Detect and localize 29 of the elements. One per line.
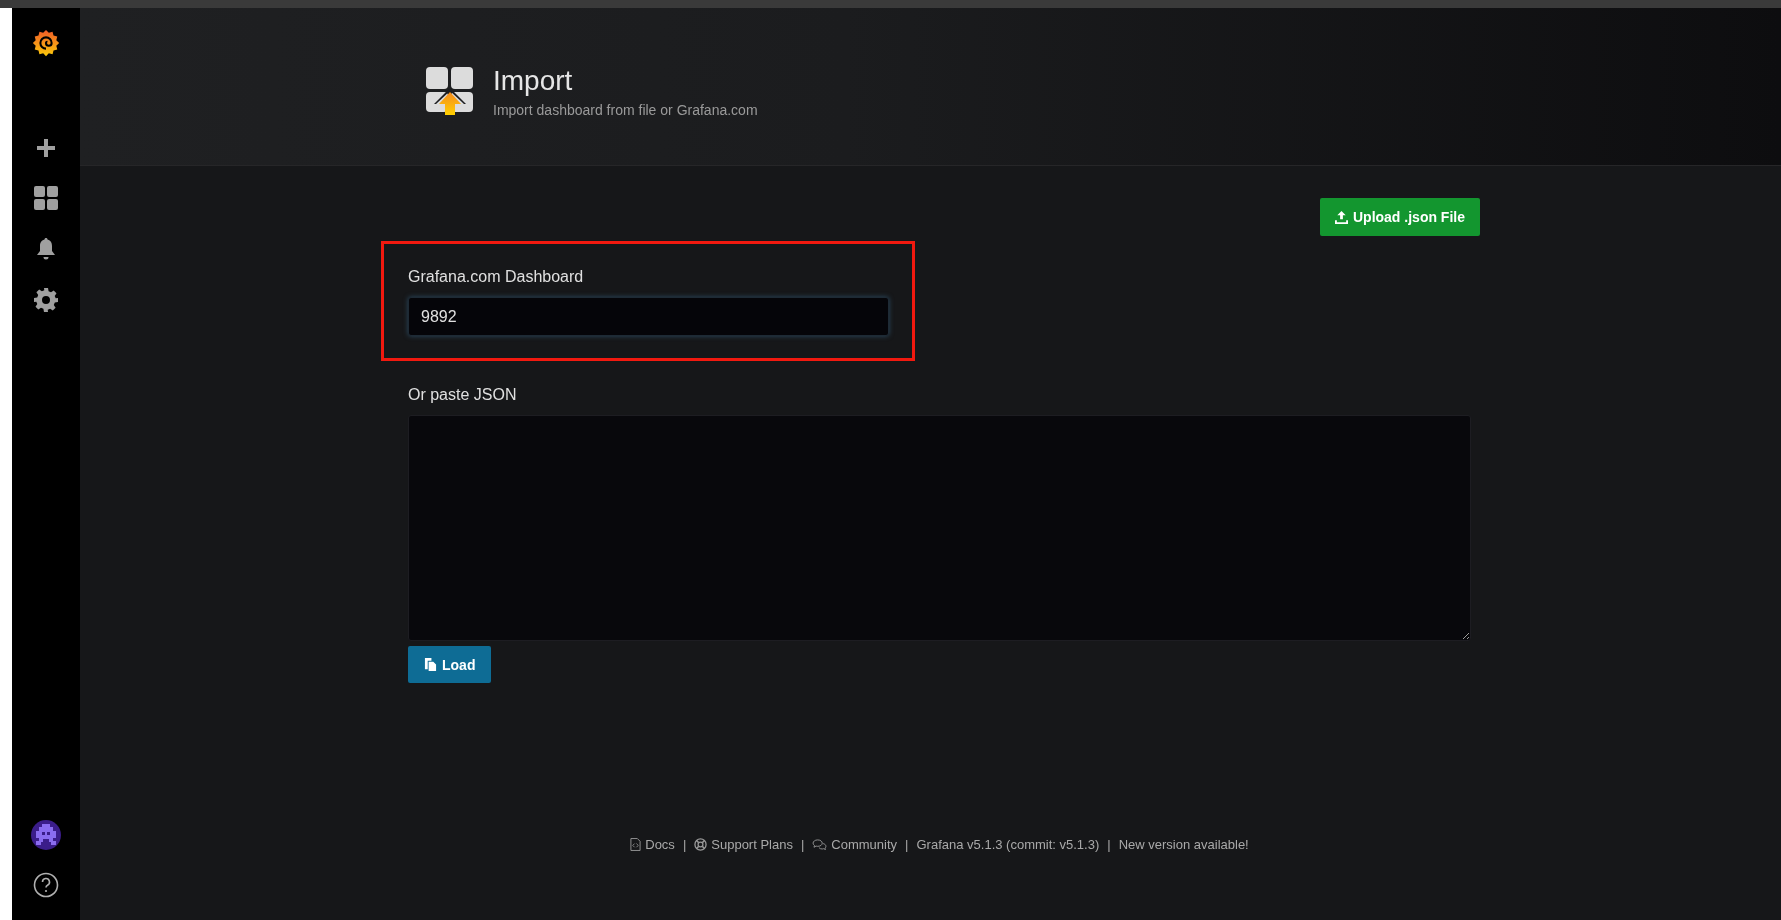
footer-link[interactable]: Community (812, 837, 898, 852)
avatar-icon[interactable] (31, 820, 61, 850)
field-label: Or paste JSON (408, 386, 518, 404)
grid-icon[interactable] (34, 186, 58, 210)
settings-icon[interactable] (34, 288, 58, 312)
field-label: Grafana.com Dashboard (408, 268, 585, 286)
separator: | (1107, 837, 1111, 852)
load-button[interactable]: Load (408, 646, 492, 683)
logo-icon[interactable] (31, 28, 61, 58)
chat-icon (812, 839, 828, 850)
bell-icon[interactable] (36, 238, 56, 260)
document-icon (630, 838, 642, 851)
separator: | (905, 837, 909, 852)
footer-link[interactable]: Support Plans (694, 837, 793, 852)
upload-button[interactable]: Upload .json File (1320, 198, 1480, 236)
page-title: Import (493, 64, 574, 98)
footer-link[interactable]: Docs (630, 837, 675, 852)
separator: | (682, 837, 687, 852)
paste-icon (424, 658, 437, 671)
plus-icon[interactable] (36, 138, 56, 158)
footer-link[interactable]: New version available! (1118, 837, 1249, 852)
upload-icon (1335, 210, 1348, 224)
import-icon (425, 66, 475, 116)
help-icon[interactable] (33, 872, 59, 898)
lifebuoy-icon (694, 838, 708, 851)
dashboard-id-field[interactable]: 9892 (408, 297, 889, 336)
page-subtitle: Import dashboard from file or Grafana.com (493, 102, 758, 118)
separator: | (800, 837, 805, 852)
version-text: Grafana v5.1.3 (commit: v5.1.3) (916, 837, 1100, 852)
